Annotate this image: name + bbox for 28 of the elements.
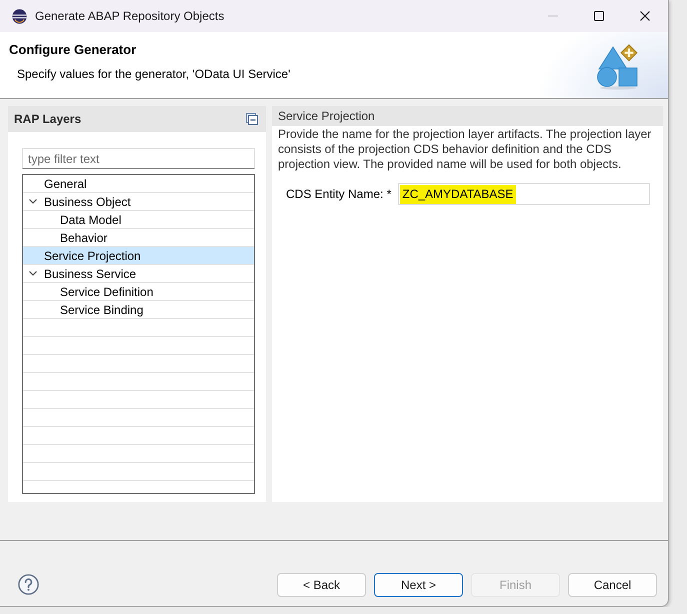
collapse-all-icon[interactable] xyxy=(246,113,258,125)
dialog-button[interactable]: < Back xyxy=(277,573,366,597)
striped-circle-icon xyxy=(12,8,27,24)
shapes-icon xyxy=(596,44,640,90)
dialog-button[interactable]: Next > xyxy=(374,573,463,597)
help-icon[interactable] xyxy=(18,574,39,595)
section-description: Provide the name for the projection layer artifacts. The projection layer consists of the projection CDS behavior definition and the CDS projection view. The provided name will be used for both objects. xyxy=(277,127,652,172)
tree-item[interactable]: Business Object xyxy=(23,193,254,210)
page-title: Configure Generator xyxy=(9,41,138,58)
input-field[interactable]: ZC_AMYDATABASE xyxy=(398,183,650,205)
tree-item[interactable]: Service Definition xyxy=(23,283,254,300)
section-title: Service Projection xyxy=(278,109,375,123)
dialog-button[interactable]: Cancel xyxy=(568,573,657,597)
tree-item[interactable]: General xyxy=(23,175,254,192)
panel-title: RAP Layers xyxy=(14,112,82,126)
tree-item[interactable]: Service Projection xyxy=(23,247,254,264)
window-title: Generate ABAP Repository Objects xyxy=(35,9,224,23)
page-description: Specify values for the generator, 'OData UI Service' xyxy=(17,67,290,82)
tree-item[interactable]: Service Binding xyxy=(23,301,254,318)
tree-item[interactable]: Behavior xyxy=(23,229,254,246)
tree-item[interactable]: Business Service xyxy=(23,265,254,282)
field-label: CDS Entity Name: * xyxy=(286,186,392,202)
filter-field[interactable]: type filter text xyxy=(22,148,255,169)
chevron-down-icon[interactable] xyxy=(29,199,37,204)
tree-item[interactable]: Data Model xyxy=(23,211,254,228)
close-icon[interactable] xyxy=(640,11,650,21)
maximize-icon[interactable] xyxy=(594,11,604,21)
chevron-down-icon[interactable] xyxy=(29,271,37,276)
